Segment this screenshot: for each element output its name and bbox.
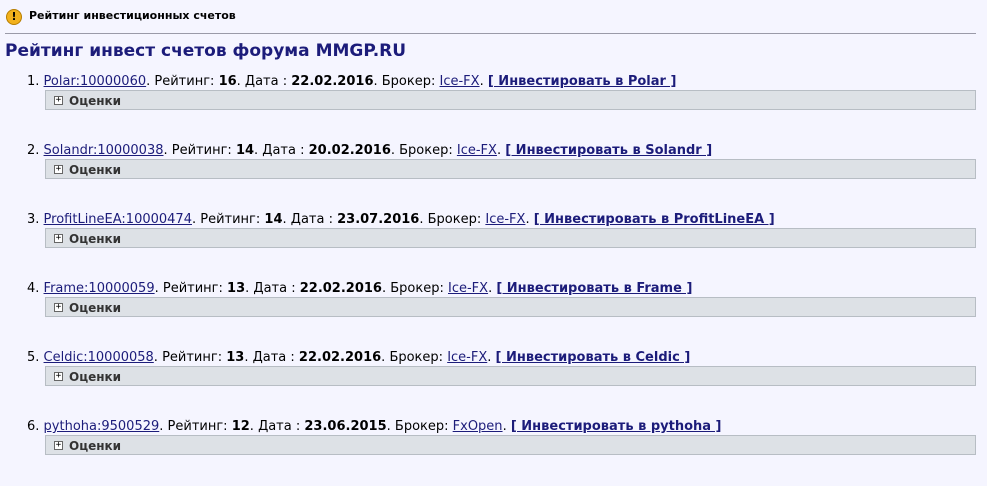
broker-link[interactable]: Ice-FX [448, 281, 488, 296]
expand-icon[interactable]: + [54, 372, 63, 381]
ocenki-toggle[interactable]: + Оценки [45, 435, 976, 455]
rating-value: 16 [218, 74, 237, 89]
divider [5, 33, 976, 34]
rating-label: Рейтинг: [154, 74, 215, 89]
broker-link[interactable]: Ice-FX [457, 143, 497, 158]
rating-label: Рейтинг: [162, 350, 223, 365]
date-value: 20.02.2016 [308, 143, 391, 158]
warning-icon: ! [6, 9, 22, 25]
invest-link[interactable]: [ Инвестировать в Celdic ] [496, 350, 691, 365]
item-line: 6. pythoha:9500529. Рейтинг: 12. Дата : … [27, 419, 722, 434]
item-line: 3. ProfitLineEA:10000474. Рейтинг: 14. Д… [27, 212, 775, 227]
item-line: 5. Celdic:10000058. Рейтинг: 13. Дата : … [27, 350, 691, 365]
rating-list: 1. Polar:10000060. Рейтинг: 16. Дата : 2… [0, 72, 987, 486]
ocenki-toggle[interactable]: + Оценки [45, 90, 976, 110]
rating-label: Рейтинг: [162, 281, 223, 296]
item-line: 4. Frame:10000059. Рейтинг: 13. Дата : 2… [27, 281, 693, 296]
ocenki-toggle[interactable]: + Оценки [45, 228, 976, 248]
list-item: 2. Solandr:10000038. Рейтинг: 14. Дата :… [0, 141, 987, 210]
date-label: Дата : [252, 350, 295, 365]
date-value: 23.07.2016 [337, 212, 420, 227]
account-link[interactable]: Frame:10000059 [44, 281, 155, 296]
item-line: 1. Polar:10000060. Рейтинг: 16. Дата : 2… [27, 74, 677, 89]
ocenki-toggle[interactable]: + Оценки [45, 159, 976, 179]
item-line: 2. Solandr:10000038. Рейтинг: 14. Дата :… [27, 143, 713, 158]
rating-label: Рейтинг: [171, 143, 232, 158]
broker-link[interactable]: Ice-FX [485, 212, 525, 227]
rating-value: 12 [231, 419, 250, 434]
expand-icon[interactable]: + [54, 96, 63, 105]
broker-label: Брокер: [389, 350, 444, 365]
ocenki-label: Оценки [69, 370, 122, 384]
list-item: 3. ProfitLineEA:10000474. Рейтинг: 14. Д… [0, 210, 987, 279]
invest-link[interactable]: [ Инвестировать в ProfitLineEA ] [534, 212, 775, 227]
broker-link[interactable]: Ice-FX [440, 74, 480, 89]
rating-value: 13 [227, 281, 246, 296]
broker-label: Брокер: [390, 281, 444, 296]
expand-icon[interactable]: + [54, 234, 63, 243]
list-item: 1. Polar:10000060. Рейтинг: 16. Дата : 2… [0, 72, 987, 141]
ocenki-toggle[interactable]: + Оценки [45, 297, 976, 317]
list-item: 4. Frame:10000059. Рейтинг: 13. Дата : 2… [0, 279, 987, 348]
broker-link[interactable]: Ice-FX [447, 350, 487, 365]
item-number: 6. [27, 419, 40, 434]
ocenki-label: Оценки [69, 232, 122, 246]
date-value: 22.02.2016 [299, 281, 382, 296]
ocenki-label: Оценки [69, 301, 122, 315]
date-label: Дата : [258, 419, 301, 434]
item-number: 1. [27, 74, 40, 89]
account-link[interactable]: Celdic:10000058 [44, 350, 154, 365]
account-link[interactable]: Solandr:10000038 [44, 143, 164, 158]
expand-icon[interactable]: + [54, 165, 63, 174]
item-number: 2. [27, 143, 40, 158]
list-item: 5. Celdic:10000058. Рейтинг: 13. Дата : … [0, 348, 987, 417]
broker-link[interactable]: FxOpen [453, 419, 503, 434]
date-value: 22.02.2016 [291, 74, 374, 89]
rating-value: 14 [235, 143, 255, 158]
page-title: Рейтинг инвест счетов форума MMGP.RU [5, 41, 407, 61]
ocenki-label: Оценки [69, 163, 122, 177]
rating-label: Рейтинг: [200, 212, 261, 227]
date-label: Дата : [253, 281, 296, 296]
broker-label: Брокер: [381, 74, 436, 89]
date-label: Дата : [262, 143, 305, 158]
list-item: 6. pythoha:9500529. Рейтинг: 12. Дата : … [0, 417, 987, 486]
account-link[interactable]: Polar:10000060 [44, 74, 147, 89]
date-label: Дата : [290, 212, 333, 227]
item-number: 3. [27, 212, 40, 227]
expand-icon[interactable]: + [54, 303, 63, 312]
broker-label: Брокер: [399, 143, 453, 158]
top-bar-title: Рейтинг инвестиционных счетов [29, 9, 236, 22]
broker-label: Брокер: [394, 419, 449, 434]
invest-link[interactable]: [ Инвестировать в Frame ] [496, 281, 692, 296]
ocenki-label: Оценки [69, 94, 122, 108]
invest-link[interactable]: [ Инвестировать в Solandr ] [505, 143, 712, 158]
date-label: Дата : [244, 74, 288, 89]
date-value: 23.06.2015 [304, 419, 387, 434]
top-bar: ! Рейтинг инвестиционных счетов [0, 0, 987, 34]
account-link[interactable]: ProfitLineEA:10000474 [44, 212, 192, 227]
rating-value: 14 [264, 212, 283, 227]
account-link[interactable]: pythoha:9500529 [44, 419, 160, 434]
invest-link[interactable]: [ Инвестировать в Polar ] [488, 74, 677, 89]
ocenki-toggle[interactable]: + Оценки [45, 366, 976, 386]
item-number: 5. [27, 350, 40, 365]
expand-icon[interactable]: + [54, 441, 63, 450]
invest-link[interactable]: [ Инвестировать в pythoha ] [511, 419, 722, 434]
ocenki-label: Оценки [69, 439, 122, 453]
rating-label: Рейтинг: [167, 419, 228, 434]
item-number: 4. [27, 281, 40, 296]
date-value: 22.02.2016 [298, 350, 382, 365]
rating-value: 13 [226, 350, 245, 365]
broker-label: Брокер: [427, 212, 482, 227]
